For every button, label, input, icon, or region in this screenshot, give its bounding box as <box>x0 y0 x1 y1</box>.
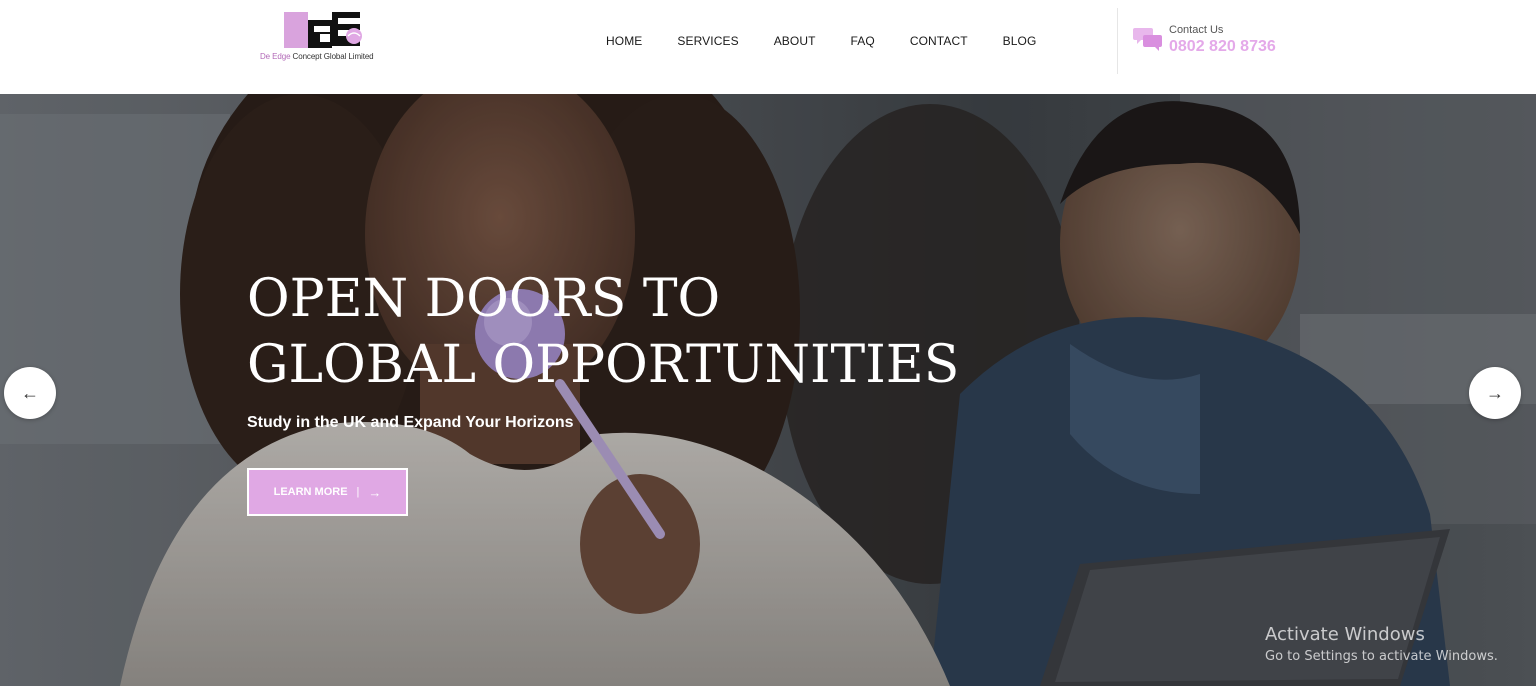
windows-activation-watermark: Activate Windows Go to Settings to activ… <box>1265 624 1498 664</box>
hero-title-line-1: OPEN DOORS TO <box>247 269 721 329</box>
learn-more-button[interactable]: LEARN MORE | → <box>247 468 408 516</box>
nav-services[interactable]: SERVICES <box>677 34 738 48</box>
learn-more-separator: | <box>356 486 360 498</box>
watermark-subtitle: Go to Settings to activate Windows. <box>1265 649 1498 664</box>
chat-bubbles-icon <box>1133 28 1162 51</box>
slider-next-button[interactable]: → <box>1469 367 1521 419</box>
learn-more-label: LEARN MORE <box>273 486 348 498</box>
contact-phone[interactable]: 0802 820 8736 <box>1169 38 1276 56</box>
logo-brand-text: De Edge <box>260 52 291 61</box>
nav-about[interactable]: ABOUT <box>774 34 816 48</box>
watermark-title: Activate Windows <box>1265 624 1425 645</box>
arrow-right-icon: → <box>368 484 382 500</box>
site-header: De Edge Concept Global Limited HOME SERV… <box>0 0 1536 94</box>
logo-mark-icon <box>284 12 362 48</box>
nav-contact[interactable]: CONTACT <box>910 34 968 48</box>
nav-blog[interactable]: BLOG <box>1003 34 1037 48</box>
hero-title: OPEN DOORS TO GLOBAL OPPORTUNITIES <box>247 266 1007 398</box>
nav-home[interactable]: HOME <box>606 34 642 48</box>
contact-label: Contact Us <box>1169 24 1224 36</box>
arrow-right-icon: → <box>1486 382 1504 403</box>
slider-prev-button[interactable]: ← <box>4 367 56 419</box>
logo[interactable]: De Edge Concept Global Limited <box>258 10 392 64</box>
logo-text: De Edge Concept Global Limited <box>260 52 374 61</box>
nav-faq[interactable]: FAQ <box>851 34 875 48</box>
hero-slider: OPEN DOORS TO GLOBAL OPPORTUNITIES Study… <box>0 94 1536 686</box>
hero-subtitle: Study in the UK and Expand Your Horizons <box>247 414 574 431</box>
header-divider <box>1117 8 1118 74</box>
logo-rest-text: Concept Global Limited <box>290 52 374 61</box>
arrow-left-icon: ← <box>21 382 39 403</box>
hero-title-line-2: GLOBAL OPPORTUNITIES <box>247 335 960 395</box>
main-nav: HOME SERVICES ABOUT FAQ CONTACT BLOG <box>606 34 1036 48</box>
